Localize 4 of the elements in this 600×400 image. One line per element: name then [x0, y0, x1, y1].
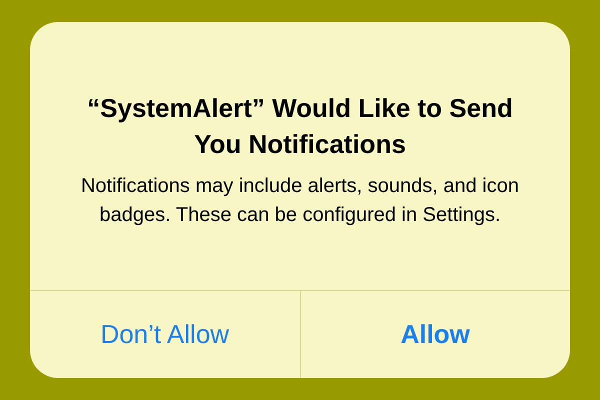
allow-button[interactable]: Allow: [300, 291, 570, 378]
dont-allow-button[interactable]: Don’t Allow: [30, 291, 300, 378]
alert-message: Notifications may include alerts, sounds, and icon badges. These can be configured in Settings.: [80, 174, 520, 228]
alert-title: “SystemAlert” Would Like to Send You Notifications: [86, 92, 514, 161]
